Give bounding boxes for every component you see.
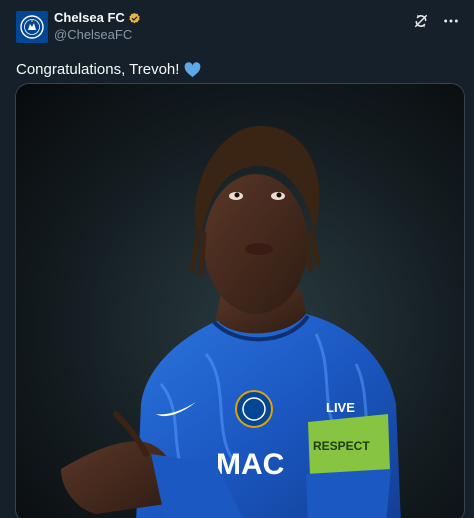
blue-heart-icon — [185, 62, 201, 78]
sleeve-patch-text: LIVE — [326, 400, 355, 415]
tweet-text: Congratulations, Trevoh! — [16, 60, 460, 80]
avatar[interactable] — [16, 11, 48, 43]
tweet-header: Chelsea FC @ChelseaFC — [16, 10, 460, 46]
more-icon — [444, 19, 458, 23]
chelsea-crest-icon — [20, 15, 44, 39]
handle[interactable]: @ChelseaFC — [54, 27, 141, 43]
verified-badge-icon — [129, 12, 140, 23]
more-button[interactable] — [442, 12, 460, 30]
refresh-button[interactable] — [412, 12, 430, 30]
tweet-media-photo[interactable]: MAC LIVE RESPECT — [15, 83, 465, 518]
header-actions — [412, 12, 460, 30]
player-photo: MAC LIVE RESPECT — [16, 84, 464, 518]
armband-text: RESPECT — [313, 439, 370, 453]
display-name[interactable]: Chelsea FC — [54, 10, 125, 26]
display-name-row: Chelsea FC — [54, 10, 141, 26]
author-names: Chelsea FC @ChelseaFC — [54, 10, 141, 43]
tweet-card[interactable]: Chelsea FC @ChelseaFC Congratulations, T… — [0, 0, 474, 518]
refresh-icon — [414, 14, 428, 28]
kit-sponsor-text: MAC — [216, 448, 284, 481]
tweet-text-content: Congratulations, Trevoh! — [16, 61, 180, 78]
